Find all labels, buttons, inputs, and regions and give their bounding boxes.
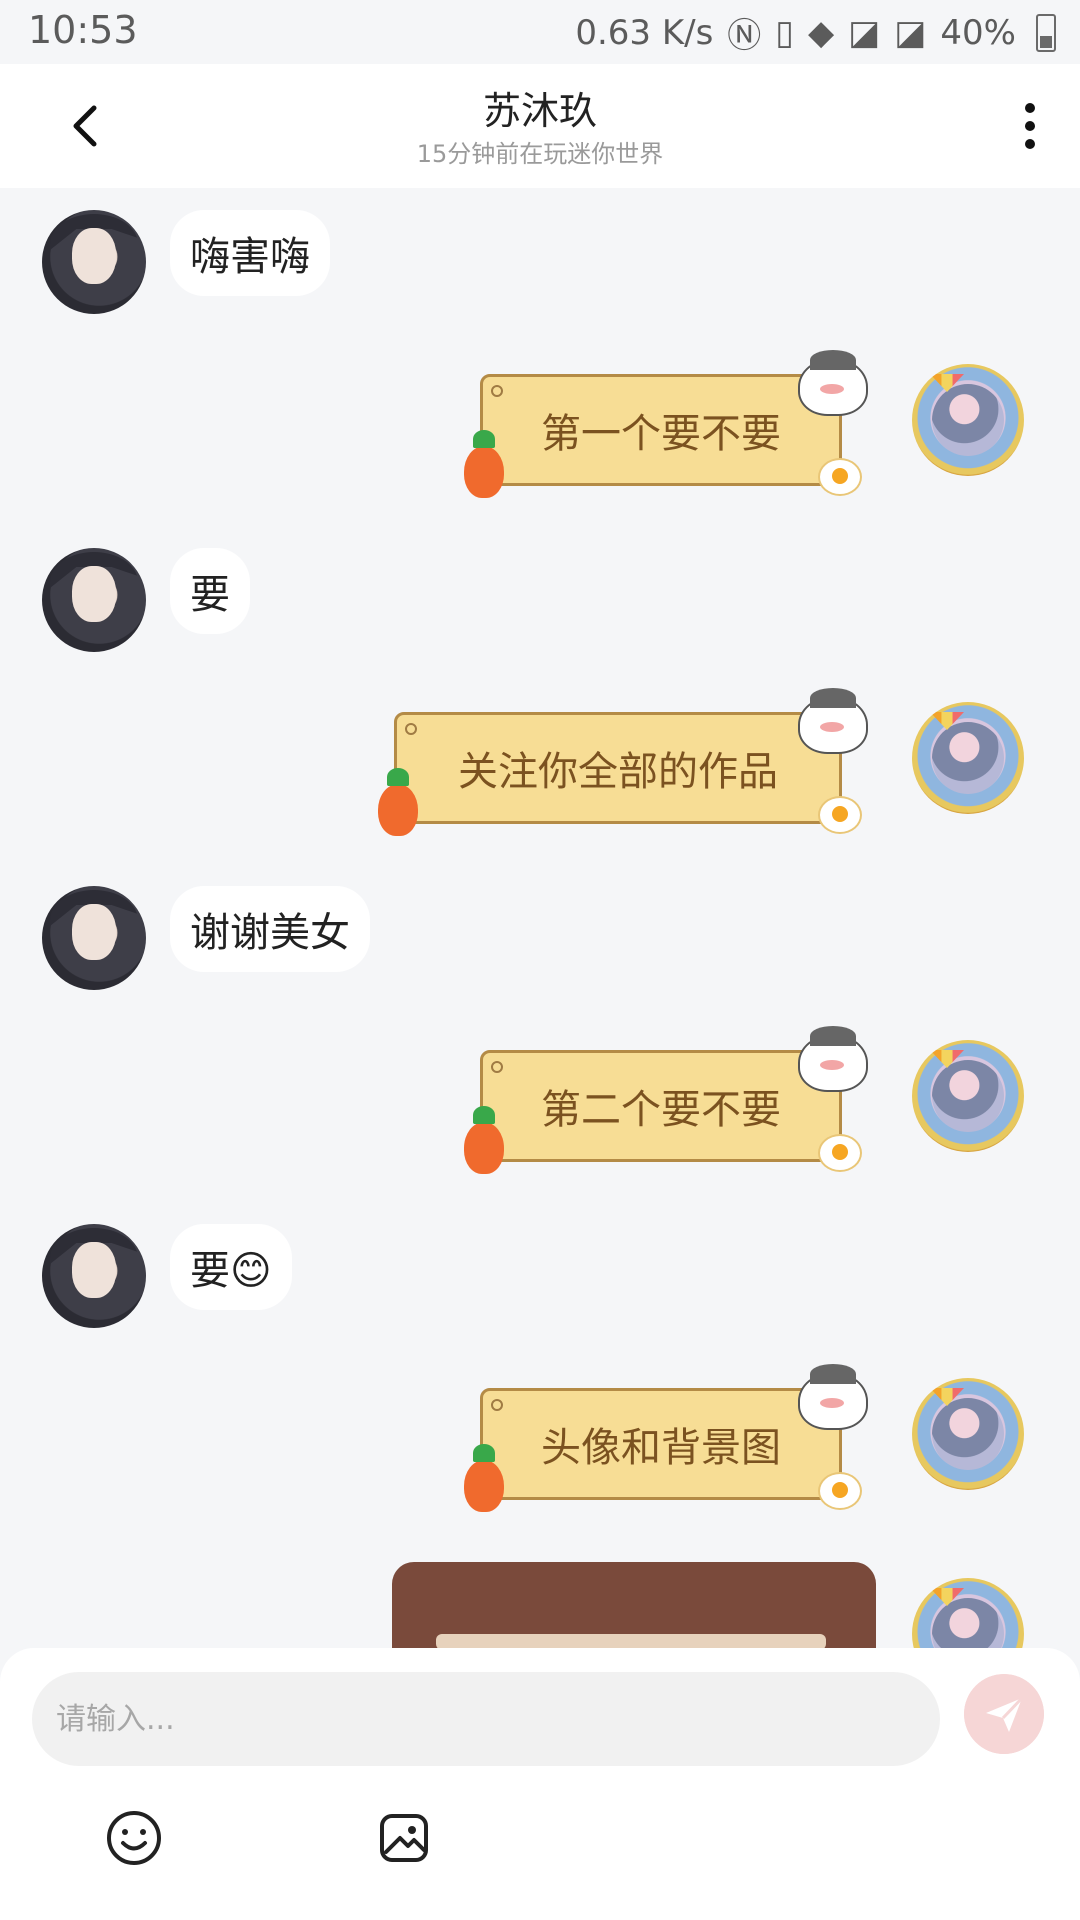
contact-avatar[interactable] [42,1224,146,1328]
message-bubble-right[interactable]: 第一个要不要 [480,374,842,486]
message-text: 关注你全部的作品 [458,749,778,795]
input-bar [0,1648,1080,1920]
status-time: 10:53 [28,8,138,52]
egg-icon [818,1472,862,1510]
user-avatar[interactable] [912,1040,1024,1152]
image-message[interactable] [392,1562,876,1648]
carrot-icon [464,1444,504,1512]
egg-icon [818,458,862,496]
message-bubble-left[interactable]: 要 [170,548,250,634]
network-speed: 0.63 K/s [575,12,714,53]
egg-icon [818,796,862,834]
vibrate-icon: ▯ [775,12,795,53]
cat-sticker-icon [798,1026,868,1092]
pin-icon [405,723,417,735]
pin-icon [491,1061,503,1073]
message-input[interactable] [32,1672,940,1766]
sim-off-icon-2: ◪ [894,12,927,53]
chat-title: 苏沐玖 [482,89,597,133]
message-bubble-right[interactable]: 关注你全部的作品 [394,712,842,824]
user-avatar[interactable] [912,1578,1024,1648]
nfc-icon: Ⓝ [727,16,762,56]
status-bar: 10:53 0.63 K/s Ⓝ ▯ ◆ ◪ ◪ 40% [0,0,1080,64]
carrot-icon [378,768,418,836]
pin-icon [491,1399,503,1411]
battery-percent: 40% [940,12,1016,53]
more-icon[interactable] [1018,100,1042,152]
cat-sticker-icon [798,1364,868,1430]
message-text: 第二个要不要 [541,1087,781,1133]
user-avatar[interactable] [912,702,1024,814]
carrot-icon [464,1106,504,1174]
battery-icon [1036,13,1056,52]
status-right: 0.63 K/s Ⓝ ▯ ◆ ◪ ◪ 40% [575,8,1056,57]
user-avatar[interactable] [912,1378,1024,1490]
message-text: 第一个要不要 [541,411,781,457]
message-text: 头像和背景图 [541,1425,781,1471]
message-bubble-right[interactable]: 第二个要不要 [480,1050,842,1162]
contact-avatar[interactable] [42,886,146,990]
cat-sticker-icon [798,688,868,754]
message-bubble-left[interactable]: 嗨害嗨 [170,210,330,296]
contact-avatar[interactable] [42,548,146,652]
message-list[interactable]: 嗨害嗨 第一个要不要 要 关注你全部的作品 谢谢美女 第二个要不要 要😊 头像和… [0,188,1080,1648]
wifi-icon: ◆ [808,12,835,53]
message-bubble-right[interactable]: 头像和背景图 [480,1388,842,1500]
egg-icon [818,1134,862,1172]
chat-header: 苏沐玖 15分钟前在玩迷你世界 [0,64,1080,188]
sim-off-icon: ◪ [848,12,881,53]
send-button[interactable] [964,1674,1044,1754]
cat-sticker-icon [798,350,868,416]
carrot-icon [464,430,504,498]
message-bubble-left[interactable]: 谢谢美女 [170,886,370,972]
user-avatar[interactable] [912,364,1024,476]
image-icon[interactable] [374,1808,434,1868]
contact-avatar[interactable] [42,210,146,314]
chat-subtitle: 15分钟前在玩迷你世界 [416,140,664,168]
emoji-icon[interactable] [104,1808,164,1868]
pin-icon [491,385,503,397]
message-bubble-left[interactable]: 要😊 [170,1224,292,1310]
